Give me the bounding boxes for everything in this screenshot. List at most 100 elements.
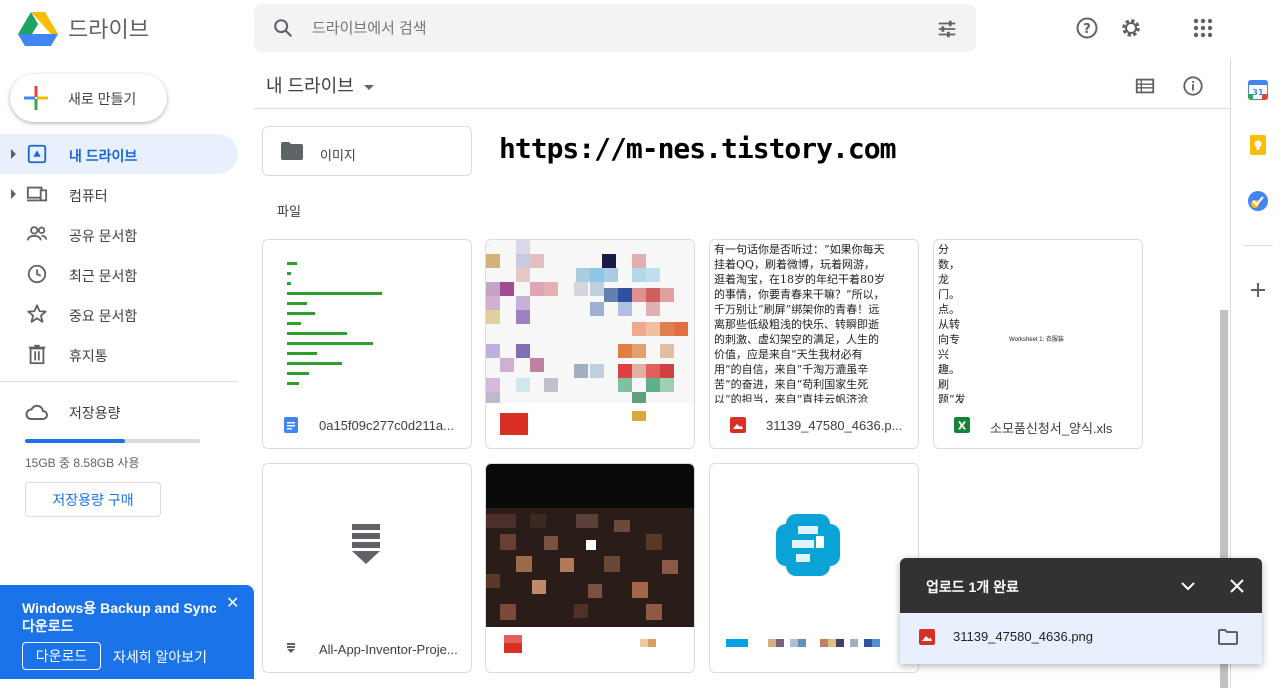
file-thumbnail: 有一句话你是否听过：“如果你每天挂着QQ，刷着微博，玩着网游，逛着淘宝，在18岁… [710, 240, 918, 403]
file-card[interactable] [485, 463, 695, 673]
promo-title: Windows용 Backup and Sync 다운로드 [22, 600, 217, 634]
sidebar-item-shared[interactable]: 공유 문서함 [0, 214, 238, 254]
file-thumbnail [710, 464, 918, 627]
pixelated-image-thumbnail [486, 240, 694, 403]
chinese-text-preview: 分数，龙门。点。从转向专兴趣。刷题”发的挂坚持、不负青不负这”的新 [938, 243, 966, 403]
worksheet-preview-label: Worksheet 1: 衣服装 [1009, 337, 1064, 343]
sidebar-item-label: 공유 문서함 [69, 228, 138, 244]
pixelated-footer [726, 639, 880, 647]
file-card-footer: X 소모품신청서_양식.xls [934, 403, 1142, 448]
file-card-footer: All-App-Inventor-Proje... [263, 627, 471, 672]
storage-usage-text: 15GB 중 8.58GB 사용 [25, 456, 140, 470]
pixelated-footer [500, 411, 646, 435]
file-name: 0a15f09c277c0d211a... [319, 418, 454, 433]
my-drive-icon [27, 144, 47, 164]
search-input[interactable] [312, 14, 912, 42]
upload-file-row[interactable]: 31139_47580_4636.png [900, 613, 1262, 664]
tasks-icon[interactable] [1248, 191, 1268, 211]
info-icon[interactable] [1182, 75, 1204, 97]
storage-progress-fill [25, 439, 126, 443]
sidebar-item-label: 최근 문서함 [69, 268, 138, 284]
add-addon-plus-icon[interactable] [1248, 280, 1268, 300]
upload-panel-title: 업로드 1개 완료 [926, 579, 1019, 595]
new-button-label: 새로 만들기 [68, 91, 137, 107]
storage-label[interactable]: 저장용량 [69, 403, 121, 423]
folder-name: 이미지 [320, 148, 356, 163]
expand-caret-icon[interactable] [11, 189, 16, 199]
keep-icon[interactable] [1248, 135, 1268, 155]
close-icon[interactable] [1229, 578, 1245, 594]
file-card-footer: 31139_47580_4636.p... [710, 403, 918, 448]
sidebar-item-computers[interactable]: 컴퓨터 [0, 174, 238, 214]
sidebar-item-starred[interactable]: 중요 문서함 [0, 294, 238, 334]
svg-text:?: ? [1083, 22, 1091, 37]
sidebar-item-recent[interactable]: 최근 문서함 [0, 254, 238, 294]
sheets-excel-icon: X [954, 417, 970, 433]
plus-icon [24, 86, 48, 110]
sidebar-item-trash[interactable]: 휴지통 [0, 334, 238, 374]
thumbnail-document-lines [263, 240, 471, 403]
new-button[interactable]: 새로 만들기 [10, 74, 167, 122]
promo-learn-more-link[interactable]: 자세히 알아보기 [113, 647, 207, 667]
backup-sync-promo: Windows용 Backup and Sync 다운로드 ✕ 다운로드 자세히… [0, 585, 254, 679]
side-panel-divider [1243, 245, 1273, 246]
file-name: 31139_47580_4636.p... [766, 418, 903, 433]
chinese-text-preview: 有一句话你是否听过：“如果你每天挂着QQ，刷着微博，玩着网游，逛着淘宝，在18岁… [714, 243, 885, 403]
calendar-icon[interactable]: 31 [1248, 80, 1268, 100]
sidebar-item-label: 내 드라이브 [69, 148, 138, 164]
filter-options-icon[interactable] [936, 18, 958, 40]
help-icon[interactable]: ? [1075, 16, 1099, 40]
clock-icon [27, 264, 47, 284]
buy-storage-button[interactable]: 저장용량 구매 [25, 482, 161, 517]
file-card[interactable] [485, 239, 695, 449]
file-card[interactable]: 有一句话你是否听过：“如果你每天挂着QQ，刷着微博，玩着网游，逛着淘宝，在18岁… [709, 239, 919, 449]
shared-people-icon [26, 226, 48, 241]
file-card-footer [710, 627, 918, 672]
top-bar: 드라이브 ? [0, 0, 1285, 58]
sidebar-divider [0, 381, 238, 382]
docs-icon [284, 417, 298, 433]
search-bar[interactable] [254, 4, 976, 52]
apps-grid-icon[interactable] [1191, 16, 1215, 40]
file-thumbnail: 分数，龙门。点。从转向专兴趣。刷题”发的挂坚持、不负青不负这”的新 Worksh… [934, 240, 1142, 403]
file-card[interactable]: 分数，龙门。点。从转向专兴趣。刷题”发的挂坚持、不负青不负这”的新 Worksh… [933, 239, 1143, 449]
archive-icon [287, 643, 295, 653]
list-view-icon[interactable] [1134, 75, 1156, 97]
file-thumbnail [486, 240, 694, 403]
file-card-footer [486, 403, 694, 448]
file-name: All-App-Inventor-Proje... [319, 642, 458, 657]
file-name: 소모품신청서_양식.xls [990, 421, 1113, 436]
sidebar-item-label: 컴퓨터 [69, 188, 108, 204]
promo-download-button[interactable]: 다운로드 [22, 642, 101, 670]
collapse-chevron-down-icon[interactable] [1180, 578, 1196, 594]
pixelated-footer [504, 635, 656, 653]
archive-download-icon [352, 524, 380, 564]
trash-icon [28, 344, 46, 365]
dropdown-arrow-icon[interactable] [363, 84, 374, 90]
file-card[interactable]: All-App-Inventor-Proje... [262, 463, 472, 673]
image-icon [919, 629, 935, 645]
file-thumbnail [263, 464, 471, 627]
dark-photo-thumbnail [486, 464, 694, 627]
page-title-text: 내 드라이브 [266, 76, 354, 96]
folder-icon[interactable] [1218, 628, 1238, 646]
sidebar-item-label: 휴지통 [69, 348, 108, 364]
sidebar: 새로 만들기 내 드라이브 컴퓨터 공유 문서함 최근 문서함 중요 문서함 휴… [0, 58, 254, 688]
settings-gear-icon[interactable] [1119, 16, 1143, 40]
sidebar-item-my-drive[interactable]: 내 드라이브 [0, 134, 238, 174]
search-icon[interactable] [272, 17, 294, 39]
file-card-footer [486, 627, 694, 672]
app-brand[interactable]: 드라이브 [68, 12, 149, 44]
upload-status-panel: 업로드 1개 완료 31139_47580_4636.png [900, 558, 1262, 664]
files-section-label: 파일 [277, 204, 301, 219]
folder-card[interactable]: 이미지 [262, 126, 472, 176]
star-icon [27, 304, 47, 323]
file-card[interactable] [709, 463, 919, 673]
page-title[interactable]: 내 드라이브 [266, 72, 374, 98]
promo-close-icon[interactable]: ✕ [226, 593, 239, 613]
drive-logo-icon[interactable] [18, 10, 58, 46]
computer-icon [26, 186, 48, 202]
image-icon [730, 417, 746, 433]
file-card[interactable]: 0a15f09c277c0d211a... [262, 239, 472, 449]
expand-caret-icon[interactable] [11, 149, 16, 159]
